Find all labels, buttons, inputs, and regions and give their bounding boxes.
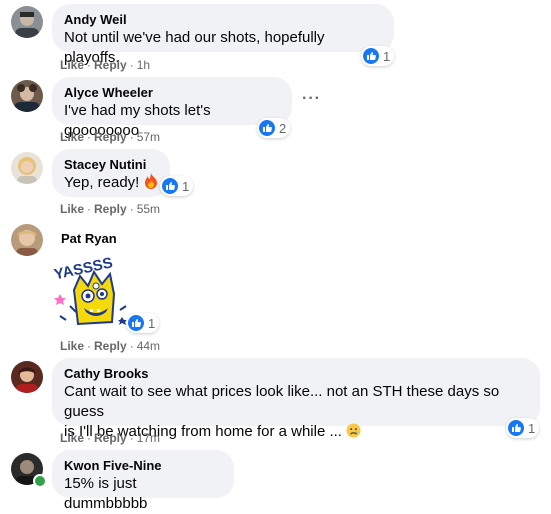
comment-bubble: Alyce Wheeler I've had my shots let's go… (52, 77, 292, 139)
online-status-icon (33, 474, 47, 488)
reply-link[interactable]: Reply (94, 431, 127, 445)
comment-text-content: Yep, ready! (64, 174, 140, 191)
commenter-name[interactable]: Andy Weil (64, 12, 382, 28)
comment-actions: Like · Reply · 1h (60, 58, 151, 72)
reply-link[interactable]: Reply (94, 130, 127, 144)
sticker-image[interactable]: YASSSS (50, 250, 134, 334)
reaction-count[interactable]: 1 (126, 313, 160, 333)
comment-text-line: Cant wait to see what prices look like..… (64, 383, 500, 420)
commenter-name[interactable]: Kwon Five-Nine (64, 458, 222, 474)
like-reaction-icon (162, 178, 178, 194)
like-link[interactable]: Like (60, 431, 84, 445)
comment-bubble: Kwon Five-Nine 15% is just dummbbbbb (52, 450, 234, 512)
commenter-name[interactable]: Pat Ryan (61, 231, 117, 247)
reaction-number: 1 (383, 48, 391, 64)
timestamp[interactable]: 57m (137, 130, 160, 144)
reaction-number: 1 (182, 178, 190, 194)
comment-actions: Like · Reply · 57m (60, 130, 161, 144)
reaction-number: 2 (279, 120, 287, 136)
timestamp[interactable]: 1h (137, 58, 150, 72)
avatar[interactable] (11, 224, 43, 256)
comment-actions: Like · Reply · 17m (60, 431, 161, 445)
timestamp[interactable]: 55m (137, 202, 160, 216)
reaction-count[interactable]: 1 (160, 176, 194, 196)
fire-emoji-icon (144, 173, 158, 195)
more-options-icon[interactable]: ··· (302, 90, 321, 108)
like-link[interactable]: Like (60, 130, 84, 144)
reply-link[interactable]: Reply (94, 339, 127, 353)
comment-text: 15% is just dummbbbbb (64, 475, 148, 512)
avatar[interactable] (11, 361, 43, 393)
like-link[interactable]: Like (60, 202, 84, 216)
reaction-count[interactable]: 1 (361, 46, 395, 66)
reply-link[interactable]: Reply (94, 58, 127, 72)
commenter-name[interactable]: Alyce Wheeler (64, 85, 280, 101)
sad-emoji-icon (346, 423, 361, 444)
comment-actions: Like · Reply · 44m (60, 339, 161, 353)
avatar[interactable] (11, 80, 43, 112)
timestamp[interactable]: 17m (137, 431, 160, 445)
like-reaction-icon (259, 120, 275, 136)
reaction-count[interactable]: 2 (257, 118, 291, 138)
comment-actions: Like · Reply · 55m (60, 202, 161, 216)
reaction-number: 1 (528, 420, 536, 436)
like-reaction-icon (508, 420, 524, 436)
like-link[interactable]: Like (60, 58, 84, 72)
avatar[interactable] (11, 6, 43, 38)
reaction-count[interactable]: 1 (506, 418, 540, 438)
reply-link[interactable]: Reply (94, 202, 127, 216)
timestamp[interactable]: 44m (137, 339, 160, 353)
like-reaction-icon (128, 315, 144, 331)
avatar[interactable] (11, 152, 43, 184)
commenter-name[interactable]: Cathy Brooks (64, 366, 528, 382)
like-reaction-icon (363, 48, 379, 64)
comment-bubble: Stacey Nutini Yep, ready! (52, 149, 170, 197)
commenter-name[interactable]: Stacey Nutini (64, 157, 158, 173)
reaction-number: 1 (148, 315, 156, 331)
like-link[interactable]: Like (60, 339, 84, 353)
comment-text: Yep, ready! (64, 173, 158, 195)
comment-bubble: Andy Weil Not until we've had our shots,… (52, 4, 394, 66)
comment-bubble: Cathy Brooks Cant wait to see what price… (52, 358, 540, 440)
